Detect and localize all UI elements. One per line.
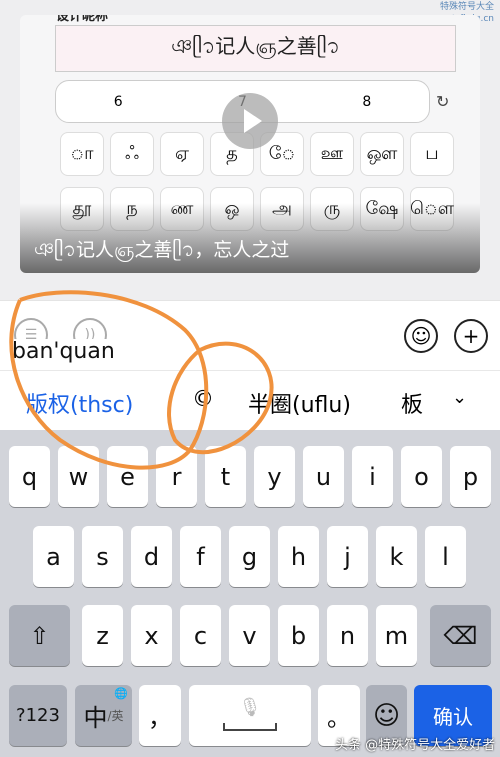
picker-option: 8 [362,93,372,110]
key-c[interactable]: c [180,605,221,666]
candidate-item[interactable]: 版权(thsc) [26,387,133,419]
key-s[interactable]: s [82,526,123,587]
play-icon[interactable] [222,93,278,149]
footer-credit: 头条 @特殊符号大全爱好者 [335,738,496,753]
section-label: 设计昵称 [56,15,109,24]
tamil-key: ஔ [360,132,404,176]
key-h[interactable]: h [278,526,319,587]
key-k[interactable]: k [376,526,417,587]
composing-text: ban'quan [12,339,121,364]
key-n[interactable]: n [327,605,368,666]
language-key[interactable]: 中/英 🌐 [75,685,132,746]
message-input[interactable] [120,311,390,361]
key-j[interactable]: j [327,526,368,587]
tamil-key: ஃ [110,132,154,176]
key-m[interactable]: m [376,605,417,666]
tamil-key: ப [410,132,454,176]
picker-option: 6 [113,93,123,110]
key-b[interactable]: b [278,605,319,666]
key-i[interactable]: i [352,446,393,507]
key-u[interactable]: u [303,446,344,507]
key-g[interactable]: g [229,526,270,587]
nickname-preview: ঞᥫ᭡记人ஞ之善ᥫ᭡ [55,25,456,72]
key-e[interactable]: e [107,446,148,507]
key-a[interactable]: a [33,526,74,587]
key-z[interactable]: z [82,605,123,666]
key-v[interactable]: v [229,605,270,666]
numbers-key[interactable]: ?123 [9,685,67,746]
key-l[interactable]: l [425,526,466,587]
key-f[interactable]: f [180,526,221,587]
space-icon [223,723,277,731]
backspace-key[interactable]: ⌫ [430,605,491,666]
key-w[interactable]: w [58,446,99,507]
video-player[interactable]: 设计昵称 ঞᥫ᭡记人ஞ之善ᥫ᭡ 6 7 8 ↻ ாஃஏதேஊஔபதூநணஒஅரு… [20,15,480,273]
key-x[interactable]: x [131,605,172,666]
video-caption: ঞᥫ᭡记人ஞ之善ᥫ᭡，忘人之过 [34,239,290,261]
key-t[interactable]: t [205,446,246,507]
globe-icon: 🌐 [114,687,128,700]
space-key[interactable]: 🎙 [189,685,311,746]
add-icon[interactable]: + [454,319,488,353]
key-y[interactable]: y [254,446,295,507]
key-o[interactable]: o [401,446,442,507]
microphone-icon: 🎙 [238,697,262,718]
key-p[interactable]: p [450,446,491,507]
candidate-bar: 版权(thsc) © 半圈(uflu) 板 ⌄ [0,370,500,430]
candidate-item[interactable]: 半圈(uflu) [248,387,351,419]
keyboard: ⇧ ⌫ ?123 中/英 🌐 ， 🎙 。 ☺ 确认 qwertyuiopasdfg… [0,430,500,757]
key-q[interactable]: q [9,446,50,507]
shift-key[interactable]: ⇧ [9,605,70,666]
key-r[interactable]: r [156,446,197,507]
comma-key[interactable]: ， [139,685,181,746]
tamil-key: ஏ [160,132,204,176]
tamil-key: ஊ [310,132,354,176]
refresh-icon: ↻ [436,92,450,111]
chevron-down-icon[interactable]: ⌄ [452,387,467,408]
candidate-item[interactable]: © [192,387,214,412]
candidate-item[interactable]: 板 [401,387,423,419]
tamil-key: ா [60,132,104,176]
key-d[interactable]: d [131,526,172,587]
emoji-icon[interactable]: ☺ [404,319,438,353]
